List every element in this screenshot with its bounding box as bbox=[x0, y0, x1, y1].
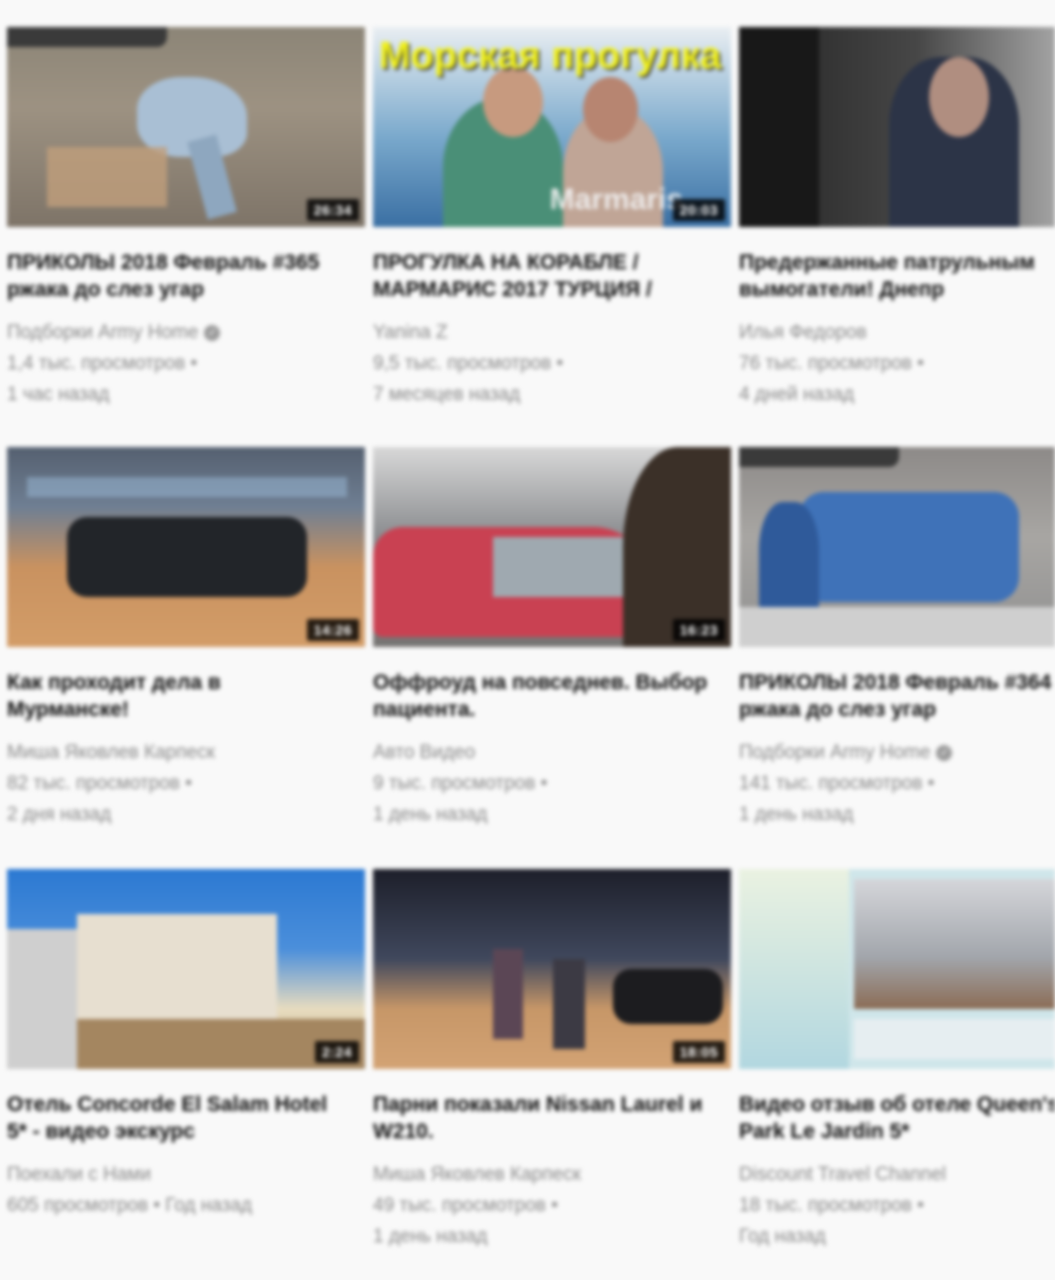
video-title[interactable]: Оффроуд на повседнев. Выбор пациента. bbox=[373, 669, 713, 723]
verified-check-icon: ✓ bbox=[204, 324, 221, 341]
upload-age: 7 месяцев назад bbox=[373, 384, 521, 405]
video-stats: 1,4 тыс. просмотров • bbox=[7, 348, 347, 379]
view-count: 82 тыс. просмотров bbox=[7, 773, 180, 794]
upload-age: 1 день назад bbox=[373, 1226, 488, 1247]
video-feed: 26:34 ПРИКОЛЫ 2018 Февраль #365 ржака до… bbox=[0, 0, 1055, 1280]
channel-name[interactable]: Миша Яковлев Карпеск bbox=[7, 742, 215, 763]
meta-separator: • bbox=[917, 1195, 924, 1216]
video-card[interactable]: Морская прогулка Marmaris 20:03 ПРОГУЛКА … bbox=[373, 27, 731, 427]
video-meta: Discount Travel Channel 18 тыс. просмотр… bbox=[739, 1159, 1055, 1252]
video-meta: Миша Яковлев Карпеск 49 тыс. просмотров … bbox=[373, 1159, 713, 1252]
view-count: 1,4 тыс. просмотров bbox=[7, 353, 186, 374]
video-card[interactable]: 18:05 Парни показали Nissan Laurel и W21… bbox=[373, 869, 731, 1269]
video-title[interactable]: Как проходит дела в Мурманске! bbox=[7, 669, 347, 723]
video-stats: 141 тыс. просмотров • bbox=[739, 768, 1055, 799]
video-thumbnail[interactable]: 14:26 bbox=[7, 447, 365, 647]
upload-age: 2 дня назад bbox=[7, 804, 112, 825]
meta-separator: • bbox=[185, 773, 192, 794]
video-meta: Илья Федоров 76 тыс. просмотров • 4 дней… bbox=[739, 317, 1055, 410]
view-count: 9 тыс. просмотров bbox=[373, 773, 536, 794]
video-thumbnail[interactable]: 16: bbox=[739, 869, 1055, 1069]
channel-name[interactable]: Yanina Z bbox=[373, 322, 448, 343]
video-thumbnail[interactable]: Морская прогулка Marmaris 20:03 bbox=[373, 27, 731, 227]
meta-separator: • bbox=[917, 353, 924, 374]
video-card[interactable]: 16:23 Оффроуд на повседнев. Выбор пациен… bbox=[373, 447, 731, 847]
meta-separator: • bbox=[551, 1195, 558, 1216]
upload-age: Год назад bbox=[739, 1226, 826, 1247]
duration-badge: 26:34 bbox=[306, 199, 359, 221]
thumbnail-overlay-text: Морская прогулка bbox=[379, 35, 722, 77]
view-count: 76 тыс. просмотров bbox=[739, 353, 912, 374]
video-thumbnail[interactable]: 26:34 bbox=[7, 27, 365, 227]
video-meta: Yanina Z 9,5 тыс. просмотров • 7 месяцев… bbox=[373, 317, 713, 410]
upload-age: 4 дней назад bbox=[739, 384, 855, 405]
video-meta: Поехали с Нами 605 просмотров • Год наза… bbox=[7, 1159, 347, 1221]
channel-name[interactable]: Авто Видео bbox=[373, 742, 475, 763]
video-meta: Подборки Army Home ✓ 1,4 тыс. просмотров … bbox=[7, 317, 347, 410]
meta-separator: • bbox=[540, 773, 548, 794]
video-title[interactable]: ПРОГУЛКА НА КОРАБЛЕ / МАРМАРИС 2017 ТУРЦ… bbox=[373, 249, 713, 303]
channel-name[interactable]: Поехали с Нами bbox=[7, 1164, 151, 1185]
video-title[interactable]: Видео отзыв об отеле Queen's Park Le Jar… bbox=[739, 1091, 1055, 1145]
meta-separator: • bbox=[556, 353, 564, 374]
thumbnail-watermark: Marmaris bbox=[549, 183, 683, 216]
duration-badge: 16:23 bbox=[672, 619, 725, 641]
video-card[interactable]: 15: Предержанные патрульным вымогатели! … bbox=[739, 27, 1055, 427]
video-stats: 76 тыс. просмотров • bbox=[739, 348, 1055, 379]
channel-name[interactable]: Подборки Army Home bbox=[7, 322, 198, 343]
channel-name[interactable]: Discount Travel Channel bbox=[739, 1164, 946, 1185]
video-title[interactable]: ПРИКОЛЫ 2018 Февраль #364 ржака до слез … bbox=[739, 669, 1055, 723]
video-stats: 9,5 тыс. просмотров • bbox=[373, 348, 713, 379]
upload-age: Год назад bbox=[165, 1195, 253, 1216]
video-thumbnail[interactable]: 18:05 bbox=[373, 869, 731, 1069]
video-title[interactable]: ПРИКОЛЫ 2018 Февраль #365 ржака до слез … bbox=[7, 249, 347, 303]
video-meta: Подборки Army Home ✓ 141 тыс. просмотров … bbox=[739, 737, 1055, 830]
meta-separator: • bbox=[927, 773, 935, 794]
view-count: 18 тыс. просмотров bbox=[739, 1195, 912, 1216]
video-title[interactable]: Парни показали Nissan Laurel и W210. bbox=[373, 1091, 713, 1145]
video-thumbnail[interactable]: 2:24 bbox=[7, 869, 365, 1069]
upload-age: 1 час назад bbox=[7, 384, 110, 405]
meta-separator: • bbox=[190, 353, 198, 374]
verified-check-icon: ✓ bbox=[936, 744, 953, 761]
video-title[interactable]: Отель Concorde El Salam Hotel 5* - видео… bbox=[7, 1091, 347, 1145]
upload-age: 1 день назад bbox=[739, 804, 854, 825]
view-count: 49 тыс. просмотров bbox=[373, 1195, 546, 1216]
duration-badge: 2:24 bbox=[314, 1041, 359, 1063]
view-count: 605 просмотров bbox=[7, 1195, 149, 1216]
channel-name[interactable]: Миша Яковлев Карпеск bbox=[373, 1164, 581, 1185]
video-stats: 49 тыс. просмотров • bbox=[373, 1190, 713, 1221]
channel-name[interactable]: Илья Федоров bbox=[739, 322, 867, 343]
video-card[interactable]: 14:26 Как проходит дела в Мурманске! Миш… bbox=[7, 447, 365, 847]
video-card[interactable]: 26:34 ПРИКОЛЫ 2018 Февраль #365 ржака до… bbox=[7, 27, 365, 427]
video-card[interactable]: 16: Видео отзыв об отеле Queen's Park Le… bbox=[739, 869, 1055, 1269]
video-thumbnail[interactable]: 21: bbox=[739, 447, 1055, 647]
meta-separator: • bbox=[153, 1195, 160, 1216]
video-meta: Авто Видео 9 тыс. просмотров • 1 день на… bbox=[373, 737, 713, 830]
video-stats: 82 тыс. просмотров • bbox=[7, 768, 347, 799]
duration-badge: 18:05 bbox=[672, 1041, 725, 1063]
video-thumbnail[interactable]: 15: bbox=[739, 27, 1055, 227]
duration-badge: 14:26 bbox=[306, 619, 359, 641]
upload-age: 1 день назад bbox=[373, 804, 488, 825]
video-card[interactable]: 2:24 Отель Concorde El Salam Hotel 5* - … bbox=[7, 869, 365, 1269]
video-stats: 18 тыс. просмотров • bbox=[739, 1190, 1055, 1221]
video-stats: 605 просмотров • Год назад bbox=[7, 1190, 347, 1221]
video-card[interactable]: 21: ПРИКОЛЫ 2018 Февраль #364 ржака до с… bbox=[739, 447, 1055, 847]
video-stats: 9 тыс. просмотров • bbox=[373, 768, 713, 799]
video-title[interactable]: Предержанные патрульным вымогатели! Днеп… bbox=[739, 249, 1055, 303]
channel-name[interactable]: Подборки Army Home bbox=[739, 742, 930, 763]
duration-badge: 20:03 bbox=[672, 199, 725, 221]
view-count: 141 тыс. просмотров bbox=[739, 773, 923, 794]
video-meta: Миша Яковлев Карпеск 82 тыс. просмотров … bbox=[7, 737, 347, 830]
video-thumbnail[interactable]: 16:23 bbox=[373, 447, 731, 647]
view-count: 9,5 тыс. просмотров bbox=[373, 353, 552, 374]
